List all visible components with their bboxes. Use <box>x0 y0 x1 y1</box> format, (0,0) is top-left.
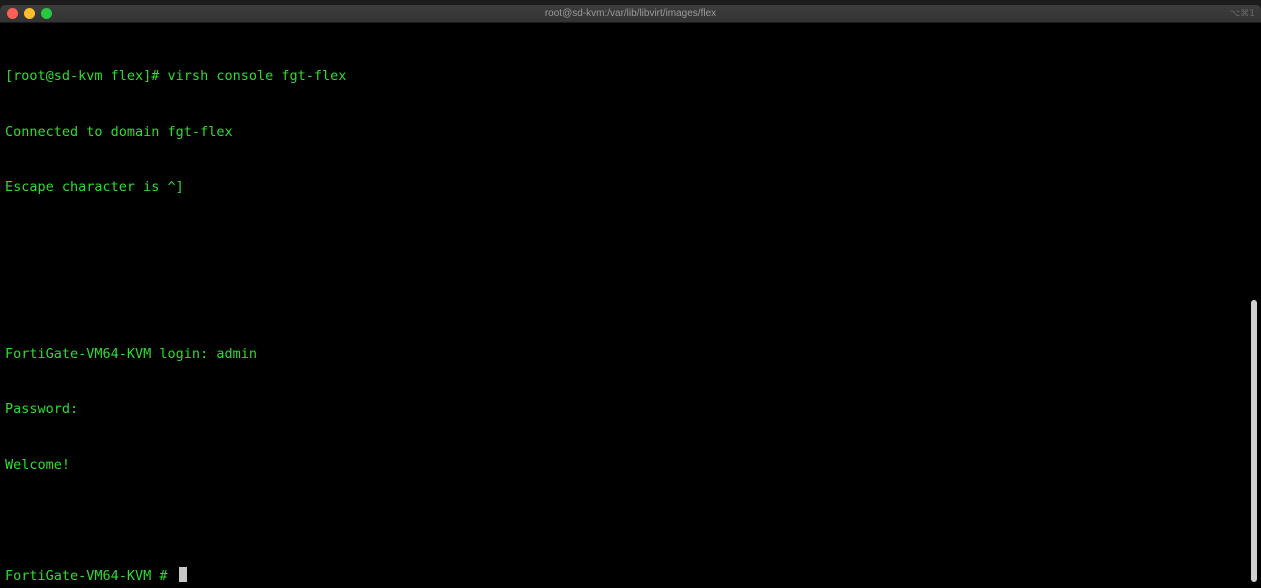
terminal-output[interactable]: [root@sd-kvm flex]# virsh console fgt-fl… <box>5 30 1243 584</box>
terminal-line: [root@sd-kvm flex]# virsh console fgt-fl… <box>5 68 347 84</box>
window-shortcut: ⌥⌘1 <box>1229 9 1255 19</box>
terminal-window: root@sd-kvm:/var/lib/libvirt/images/flex… <box>0 5 1261 588</box>
terminal-line: Escape character is ^] <box>5 179 184 195</box>
terminal-prompt-line[interactable]: FortiGate-VM64-KVM # <box>5 566 1243 586</box>
text-cursor <box>178 566 187 582</box>
title-bar[interactable]: root@sd-kvm:/var/lib/libvirt/images/flex… <box>0 5 1261 23</box>
terminal-line: Welcome! <box>5 456 71 473</box>
terminal-line: FortiGate-VM64-KVM login: admin <box>5 345 257 362</box>
window-title: root@sd-kvm:/var/lib/libvirt/images/flex <box>544 8 717 19</box>
terminal-prompt: FortiGate-VM64-KVM # <box>5 567 176 584</box>
terminal-line: Connected to domain fgt-flex <box>5 123 233 140</box>
terminal-line: Password: <box>5 401 79 417</box>
vertical-scrollbar[interactable] <box>1251 300 1257 582</box>
